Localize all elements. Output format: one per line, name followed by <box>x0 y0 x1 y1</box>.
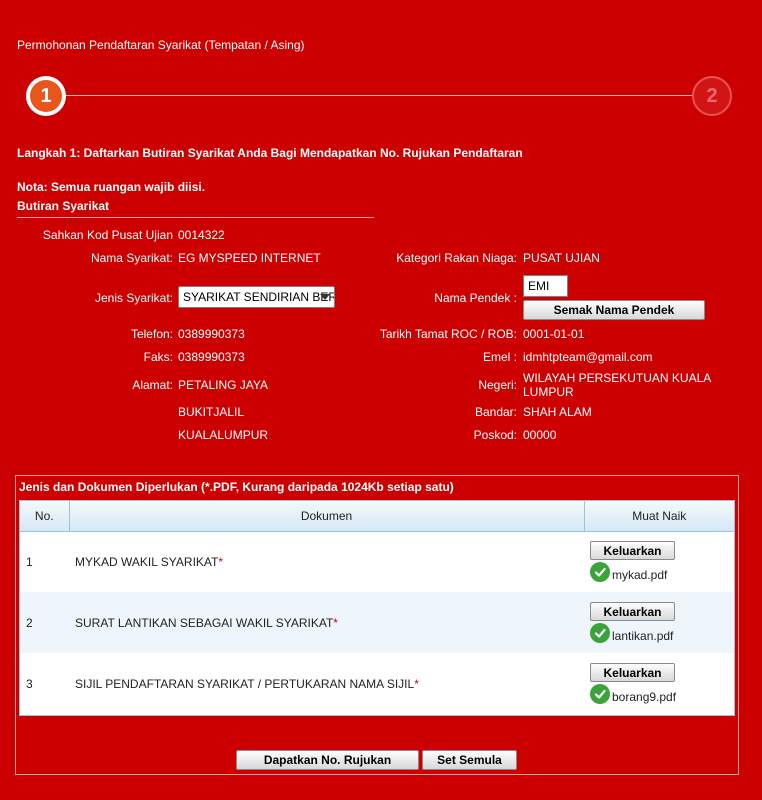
upload-cell: Keluarkan mykad.pdf <box>584 531 734 592</box>
step-heading: Langkah 1: Daftarkan Butiran Syarikat An… <box>17 146 523 160</box>
negeri-value-line-1: WILAYAH PERSEKUTUAN KUALA <box>523 371 712 385</box>
alamat-line-2: BUKITJALIL <box>178 405 245 419</box>
negeri-label: Negeri: <box>478 378 517 392</box>
document-name: MYKAD WAKIL SYARIKAT* <box>69 531 584 592</box>
note-text: Nota: Semua ruangan wajib diisi. <box>17 180 206 194</box>
kategori-value: PUSAT UJIAN <box>523 251 600 265</box>
required-marker: * <box>333 615 338 630</box>
upload-cell: Keluarkan lantikan.pdf <box>584 592 734 653</box>
document-name: SIJIL PENDAFTARAN SYARIKAT / PERTUKARAN … <box>69 653 584 714</box>
poskod-value: 00000 <box>523 428 557 442</box>
faks-value: 0389990373 <box>178 350 245 364</box>
alamat-line-1: PETALING JAYA <box>178 378 269 392</box>
stepper-line <box>64 95 694 96</box>
column-header-dokumen: Dokumen <box>69 501 585 532</box>
table-row: 3 SIJIL PENDAFTARAN SYARIKAT / PERTUKARA… <box>20 653 734 714</box>
row-number: 3 <box>26 676 33 691</box>
column-header-no: No. <box>20 501 70 532</box>
set-semula-button[interactable]: Set Semula <box>422 750 517 770</box>
nama-value: EG MYSPEED INTERNET <box>178 251 321 265</box>
telefon-label: Telefon: <box>130 327 173 341</box>
kod-label: Sahkan Kod Pusat Ujian <box>42 228 173 242</box>
dapatkan-no-rujukan-button[interactable]: Dapatkan No. Rujukan <box>236 750 419 770</box>
check-icon <box>590 684 610 704</box>
file-name[interactable]: lantikan.pdf <box>612 629 673 643</box>
kategori-label: Kategori Rakan Niaga: <box>396 251 517 265</box>
required-marker: * <box>414 676 419 691</box>
column-header-muat-naik: Muat Naik <box>584 501 734 532</box>
document-name-text: MYKAD WAKIL SYARIKAT <box>75 554 219 569</box>
faks-label: Faks: <box>143 350 173 364</box>
bandar-value: SHAH ALAM <box>523 405 592 419</box>
nama-label: Nama Syarikat: <box>90 251 173 265</box>
bandar-label: Bandar: <box>474 405 517 419</box>
table-row: 2 SURAT LANTIKAN SEBAGAI WAKIL SYARIKAT*… <box>20 592 734 653</box>
row-number: 1 <box>26 554 33 569</box>
step-1-indicator: 1 <box>26 76 66 116</box>
jenis-select[interactable]: SYARIKAT SENDIRIAN BERHAD <box>178 286 335 308</box>
roc-label: Tarikh Tamat ROC / ROB: <box>379 327 517 341</box>
table-row: 1 MYKAD WAKIL SYARIKAT* Keluarkan mykad.… <box>20 531 734 592</box>
documents-heading: Jenis dan Dokumen Diperlukan (*.PDF, Kur… <box>19 480 454 494</box>
negeri-value-line-2: LUMPUR <box>523 385 574 399</box>
file-name[interactable]: mykad.pdf <box>612 568 667 582</box>
check-icon <box>590 623 610 643</box>
step-1-number: 1 <box>30 80 62 112</box>
document-name: SURAT LANTIKAN SEBAGAI WAKIL SYARIKAT* <box>69 592 584 653</box>
page-title: Permohonan Pendaftaran Syarikat (Tempata… <box>17 38 305 52</box>
emel-label: Emel : <box>482 350 517 364</box>
keluarkan-button[interactable]: Keluarkan <box>590 541 675 561</box>
keluarkan-button[interactable]: Keluarkan <box>590 663 675 682</box>
negeri-value: WILAYAH PERSEKUTUAN KUALA LUMPUR <box>523 371 711 399</box>
jenis-selected-value: SYARIKAT SENDIRIAN BERHAD <box>183 290 335 304</box>
kod-value: 0014322 <box>178 228 225 242</box>
document-name-text: SURAT LANTIKAN SEBAGAI WAKIL SYARIKAT <box>75 615 334 630</box>
emel-value: idmhtpteam@gmail.com <box>523 350 653 364</box>
section-divider <box>17 217 374 218</box>
documents-table: No. Dokumen Muat Naik 1 MYKAD WAKIL SYAR… <box>19 500 735 716</box>
uploaded-file: mykad.pdf <box>590 562 728 583</box>
alamat-line-3: KUALALUMPUR <box>178 428 269 442</box>
file-name[interactable]: borang9.pdf <box>612 690 676 704</box>
pendek-label: Nama Pendek : <box>434 291 517 305</box>
keluarkan-button[interactable]: Keluarkan <box>590 602 675 621</box>
document-name-text: SIJIL PENDAFTARAN SYARIKAT / PERTUKARAN … <box>75 676 415 691</box>
jenis-label: Jenis Syarikat: <box>94 291 173 305</box>
nama-pendek-input[interactable]: EMI <box>523 275 568 297</box>
uploaded-file: borang9.pdf <box>590 684 728 704</box>
roc-value: 0001-01-01 <box>523 327 585 341</box>
check-icon <box>590 562 610 583</box>
upload-cell: Keluarkan borang9.pdf <box>584 653 734 714</box>
uploaded-file: lantikan.pdf <box>590 623 728 643</box>
chevron-down-icon <box>320 294 330 300</box>
semak-nama-pendek-button[interactable]: Semak Nama Pendek <box>523 300 705 320</box>
poskod-label: Poskod: <box>473 428 517 442</box>
step-2-indicator: 2 <box>692 76 732 116</box>
telefon-value: 0389990373 <box>178 327 245 341</box>
row-number: 2 <box>20 592 69 653</box>
section-title: Butiran Syarikat <box>17 199 110 213</box>
required-marker: * <box>218 554 224 569</box>
alamat-label: Alamat: <box>132 378 173 392</box>
